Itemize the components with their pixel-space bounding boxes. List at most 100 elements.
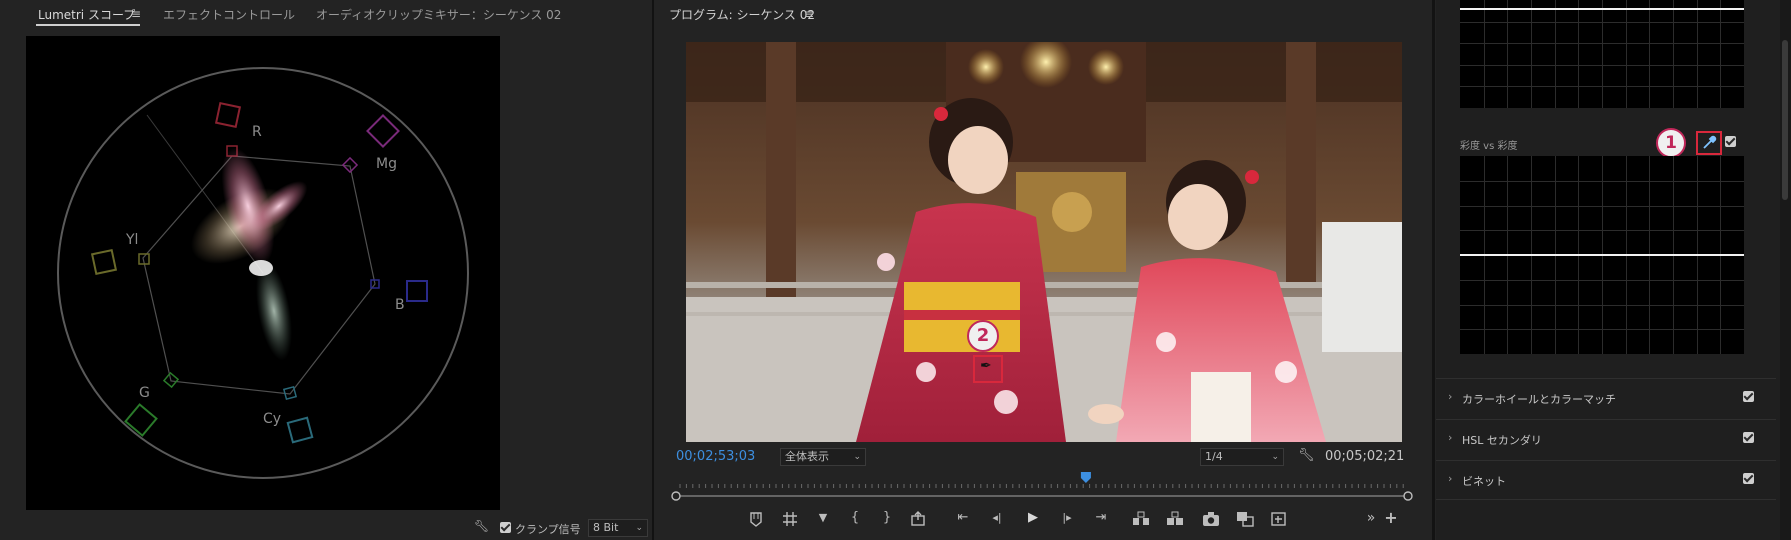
chevron-right-icon: › [1448,431,1453,444]
grid-line [1460,230,1744,232]
section-color-wheels[interactable]: › カラーホイールとカラーマッチ [1436,378,1776,417]
grid-line [1602,0,1603,108]
eyedropper-cursor-icon: ✒︎ [980,358,992,374]
section-label: カラーホイールとカラーマッチ [1462,393,1616,406]
chevron-right-icon: › [1448,472,1453,485]
label-cy: Cy [263,411,281,427]
step-back-button[interactable]: ◂| [986,508,1008,528]
panel-menu-icon[interactable]: ≡ [131,7,141,21]
grid-line [1460,86,1744,88]
grid-line [1720,0,1722,108]
go-to-out-button[interactable]: ⇥ [1090,508,1112,528]
comparison-view-button[interactable] [1236,511,1254,527]
scope-settings-bar: 🔧︎ クランプ信号 8 Bit ⌄ [474,519,654,539]
eyedropper-button[interactable] [1696,131,1722,155]
grid-line [1554,0,1556,108]
annotation-badge-1: 1 [1656,128,1686,158]
lumetri-color-panel: 彩度 vs 彩度 1 [1436,0,1791,540]
grid-line [1625,0,1627,108]
mark-in-button[interactable]: { [844,508,866,528]
grid-line [1460,304,1744,306]
bit-depth-select[interactable]: 8 Bit ⌄ [588,519,648,537]
step-forward-button[interactable]: |▸ [1056,508,1078,528]
go-to-in-button[interactable]: ⇤ [952,508,974,528]
tab-effect-controls[interactable]: エフェクトコントロール [163,6,295,23]
grid-line [1578,0,1580,108]
grid-line [1460,279,1744,281]
red-target-outer [214,101,242,129]
vectorscope-graph: R Mg Yl B G Cy [57,67,469,479]
camera-icon[interactable] [1202,511,1220,527]
video-still [686,42,1402,442]
active-tab-underline [36,24,140,26]
grid-line [1460,43,1744,45]
curve-graph-top[interactable] [1460,0,1744,108]
green-target-outer [124,403,158,437]
extract-button[interactable] [1166,511,1184,527]
program-video-frame[interactable]: 2 ✒︎ [686,42,1402,442]
grid-line [1673,0,1674,108]
annotation-number: 2 [976,325,990,346]
tab-audio-clip-mixer[interactable]: オーディオクリップミキサー：シーケンス 02 [316,6,561,23]
ruler-endpoint-handle [1403,491,1413,501]
lumetri-scopes-panel: Lumetri スコープ ≡ エフェクトコントロール オーディオクリップミキサー… [0,0,650,540]
lift-button[interactable] [1132,511,1150,527]
eyedropper-icon [1703,135,1717,149]
resolution-value: 1/4 [1205,450,1223,463]
export-frame-button[interactable] [910,511,926,527]
section-vignette[interactable]: › ビネット [1436,460,1776,500]
chevron-right-icon: › [1448,390,1453,403]
zoom-level-value: 全体表示 [785,450,829,463]
label-b: B [395,297,405,313]
grid-line [1460,21,1744,23]
time-ruler[interactable] [670,470,1414,504]
wrench-icon[interactable]: 🔧︎ [474,519,489,533]
transport-controls: ▼ { } ⇤ ◂| ▶ |▸ ⇥ » + [740,508,1420,534]
curve-title: 彩度 vs 彩度 [1460,141,1518,152]
chevron-down-icon: ⌄ [1271,452,1279,462]
more-controls-button[interactable]: » [1360,508,1382,528]
panel-divider[interactable] [1432,0,1435,540]
section-enable-checkbox[interactable] [1743,473,1754,484]
zoom-level-select[interactable]: 全体表示 ⌄ [780,448,866,466]
blue-target-outer [406,280,428,302]
yellow-target-outer [90,248,118,276]
curve-line[interactable] [1460,254,1744,256]
grid-line [1460,205,1744,207]
playback-resolution-select[interactable]: 1/4 ⌄ [1200,448,1284,466]
label-yl: Yl [125,232,138,248]
magenta-target-outer [366,114,400,148]
program-menu-icon[interactable]: ≡ [804,7,814,21]
section-enable-checkbox[interactable] [1743,432,1754,443]
marker-button[interactable]: ▼ [812,508,834,528]
bit-depth-value: 8 Bit [593,521,619,534]
chevron-down-icon: ⌄ [853,452,861,462]
add-marker-button[interactable] [748,511,764,527]
proxy-toggle-button[interactable] [1270,511,1288,527]
current-timecode[interactable]: 00;02;53;03 [676,449,755,464]
curve-enable-checkbox[interactable] [1725,136,1736,147]
chevron-down-icon: ⌄ [635,523,643,533]
section-enable-checkbox[interactable] [1743,391,1754,402]
button-editor-button[interactable]: + [1380,508,1402,528]
trace-core [249,260,273,276]
settings-wrench-icon[interactable]: 🔧︎ [1298,448,1315,463]
tab-lumetri-scopes[interactable]: Lumetri スコープ [38,6,135,23]
playhead [1080,472,1091,483]
grid-line [1460,329,1744,331]
curve-line[interactable] [1460,8,1744,10]
section-label: ビネット [1462,475,1506,488]
duration-timecode: 00;05;02;21 [1325,449,1405,464]
play-button[interactable]: ▶ [1022,508,1044,528]
clamp-signal-checkbox[interactable] [500,522,511,533]
grid-line [1483,0,1485,108]
sat-vs-sat-curve-graph[interactable] [1460,156,1744,354]
vectorscope-display: R Mg Yl B G Cy [26,36,500,510]
ruler-endpoint-handle [671,491,681,501]
mark-out-button[interactable]: } [876,508,898,528]
safe-margins-button[interactable] [782,511,798,527]
section-label: HSL セカンダリ [1462,434,1542,447]
scrollbar-thumb[interactable] [1782,40,1788,200]
section-hsl-secondary[interactable]: › HSL セカンダリ [1436,419,1776,458]
label-g: G [139,385,150,401]
